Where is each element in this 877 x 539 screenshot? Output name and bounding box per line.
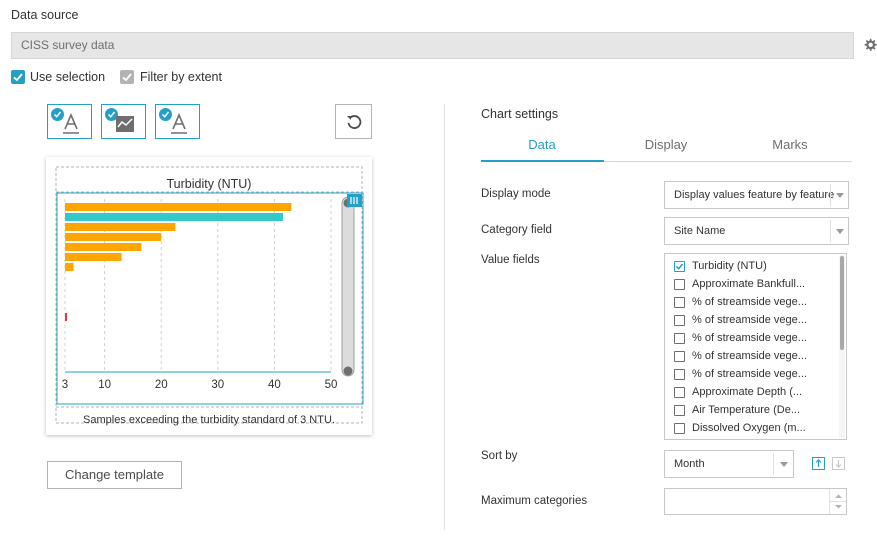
checkbox-icon[interactable]	[674, 296, 685, 308]
value-field-item[interactable]: Approximate Depth (...	[674, 386, 802, 398]
value-fields-scroll-thumb[interactable]	[840, 256, 844, 350]
scroll-handle-bottom[interactable]	[343, 366, 353, 376]
chart-settings-title: Chart settings	[481, 107, 559, 121]
value-field-item[interactable]: % of streamside vege...	[674, 332, 807, 344]
text-icon	[171, 113, 187, 134]
value-field-item[interactable]: Dissolved Oxygen (m...	[674, 422, 806, 434]
chevron-down-icon	[830, 184, 848, 206]
chart-bar[interactable]	[65, 313, 67, 321]
sort-descending-icon[interactable]	[832, 457, 845, 470]
checkbox-icon[interactable]	[674, 332, 685, 344]
sort-by-label: Sort by	[481, 450, 518, 462]
checkbox-icon[interactable]	[674, 350, 685, 362]
change-template-button[interactable]: Change template	[47, 461, 182, 489]
checkbox-icon[interactable]	[674, 422, 685, 434]
chart-bar[interactable]	[65, 233, 162, 241]
value-field-item[interactable]: % of streamside vege...	[674, 314, 807, 326]
reset-button[interactable]	[335, 104, 372, 139]
x-tick-label: 40	[268, 379, 281, 391]
category-field-value: Site Name	[674, 225, 726, 237]
sort-by-select[interactable]: Month	[664, 450, 794, 478]
chart-title: Turbidity (NTU)	[167, 177, 252, 191]
chart-bar[interactable]	[65, 203, 292, 211]
checkbox-icon[interactable]	[674, 314, 685, 326]
sort-ascending-icon[interactable]	[812, 457, 825, 470]
chart-bar[interactable]	[65, 223, 176, 231]
chevron-down-icon	[830, 220, 848, 242]
value-field-label: % of streamside vege...	[692, 368, 807, 380]
chart-bar[interactable]	[65, 213, 283, 221]
value-field-label: Dissolved Oxygen (m...	[692, 422, 806, 434]
gear-icon[interactable]	[862, 37, 877, 53]
text-template-button[interactable]	[155, 104, 200, 139]
value-field-label: % of streamside vege...	[692, 332, 807, 344]
chart-template-button[interactable]	[101, 104, 146, 139]
value-field-item[interactable]: Turbidity (NTU)	[674, 260, 767, 272]
use-selection-label: Use selection	[30, 70, 106, 84]
category-field-label: Category field	[481, 224, 552, 236]
max-categories-input[interactable]	[664, 488, 847, 515]
display-mode-value: Display values feature by feature	[674, 189, 835, 201]
value-fields-label: Value fields	[481, 254, 540, 266]
undo-icon	[347, 115, 362, 129]
chevron-down-icon	[773, 453, 793, 475]
tab-display[interactable]: Display	[605, 137, 727, 152]
value-field-label: % of streamside vege...	[692, 314, 807, 326]
tab-marks[interactable]: Marks	[729, 137, 851, 152]
value-field-label: % of streamside vege...	[692, 350, 807, 362]
text-template-button[interactable]	[47, 104, 92, 139]
value-field-item[interactable]: Approximate Bankfull...	[674, 278, 805, 290]
value-field-label: Air Temperature (De...	[692, 404, 801, 416]
value-field-item[interactable]: Air Temperature (De...	[674, 404, 800, 416]
display-mode-select[interactable]: Display values feature by feature	[664, 181, 849, 209]
filter-by-extent-label: Filter by extent	[140, 70, 222, 84]
chart-bar[interactable]	[65, 243, 142, 251]
chart-canvas: Turbidity (NTU) 3 10 20 30 40 50 Samples exce…	[55, 166, 364, 426]
use-selection-checkbox[interactable]: Use selection	[11, 70, 105, 84]
line-chart-icon	[116, 116, 134, 132]
value-field-item[interactable]: % of streamside vege...	[674, 350, 807, 362]
value-field-label: % of streamside vege...	[692, 296, 807, 308]
display-mode-label: Display mode	[481, 188, 551, 200]
category-field-select[interactable]: Site Name	[664, 217, 849, 245]
value-field-label: Approximate Depth (...	[692, 386, 803, 398]
tab-active-indicator	[481, 160, 604, 162]
filter-by-extent-checkbox[interactable]: Filter by extent	[120, 70, 222, 84]
value-field-label: Approximate Bankfull...	[692, 278, 806, 290]
x-tick-label: 30	[211, 379, 224, 391]
checkbox-icon[interactable]	[674, 368, 685, 380]
number-spinner[interactable]	[829, 489, 847, 514]
checkbox-checked-icon	[11, 70, 25, 84]
x-tick-label: 3	[62, 379, 68, 391]
data-source-label: Data source	[11, 8, 79, 22]
checkbox-checked-icon	[120, 70, 134, 84]
checkbox-icon[interactable]	[674, 404, 685, 416]
tab-data[interactable]: Data	[481, 137, 603, 152]
checkbox-icon[interactable]	[674, 278, 685, 290]
text-icon	[63, 113, 79, 134]
checkbox-checked-icon[interactable]	[674, 260, 685, 272]
chart-scrollbar[interactable]	[341, 196, 355, 377]
sort-by-value: Month	[674, 458, 705, 470]
chart-preview[interactable]: Turbidity (NTU) 3 10 20 30 40 50 Samples exce…	[46, 157, 372, 435]
chart-bar[interactable]	[65, 253, 122, 261]
data-source-field[interactable]: CISS survey data	[11, 32, 854, 59]
value-field-item[interactable]: % of streamside vege...	[674, 296, 807, 308]
x-tick-label: 20	[155, 379, 168, 391]
panel-divider	[444, 104, 445, 530]
x-tick-label: 50	[325, 379, 338, 391]
x-tick-label: 10	[98, 379, 111, 391]
max-categories-label: Maximum categories	[481, 495, 588, 507]
value-field-label: Turbidity (NTU)	[692, 260, 767, 272]
chart-bar[interactable]	[65, 263, 74, 271]
chart-footer: Samples exceeding the turbidity standard…	[83, 414, 335, 426]
value-field-item[interactable]: % of streamside vege...	[674, 368, 807, 380]
checkbox-icon[interactable]	[674, 386, 685, 398]
